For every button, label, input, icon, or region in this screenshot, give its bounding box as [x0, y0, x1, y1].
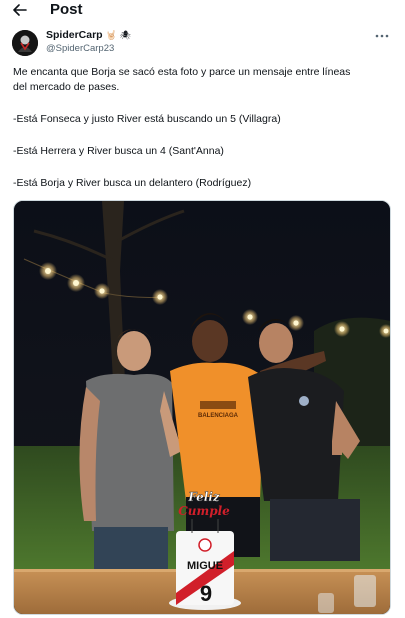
author-name-row[interactable]: SpiderCarp 🤘🏻 🕷 [46, 29, 131, 41]
rock-hand-icon: 🤘🏻 [105, 29, 117, 40]
cake-number: 9 [200, 581, 212, 606]
cake-topper-line-1: Feliz [187, 490, 221, 504]
arrow-left-icon[interactable] [10, 0, 30, 20]
post-text-line-2: del mercado de pases. [13, 81, 120, 93]
post-photo[interactable]: BALENCIAGA MIGUE 9 Feliz Cumple [13, 200, 391, 615]
top-bar: Post [0, 0, 405, 22]
post-text-line-5: -Está Borja y River busca un delantero (… [13, 177, 252, 189]
author-handle[interactable]: @SpiderCarp23 [46, 43, 114, 54]
more-horizontal-icon[interactable] [374, 30, 390, 42]
shirt-text: BALENCIAGA [198, 413, 239, 419]
post-text-line-4: -Está Herrera y River busca un 4 (Sant'A… [13, 145, 224, 157]
spider-icon: 🕷 [119, 29, 132, 40]
page-title: Post [50, 1, 83, 18]
cake-topper-line-2: Cumple [178, 504, 230, 518]
spider-avatar-icon[interactable] [12, 30, 38, 56]
post-text-line-1: Me encanta que Borja se sacó esta foto y… [13, 66, 351, 78]
cake-name: MIGUE [187, 560, 223, 572]
post-text-line-3: -Está Fonseca y justo River está buscand… [13, 113, 281, 125]
author-name[interactable]: SpiderCarp [46, 29, 103, 41]
